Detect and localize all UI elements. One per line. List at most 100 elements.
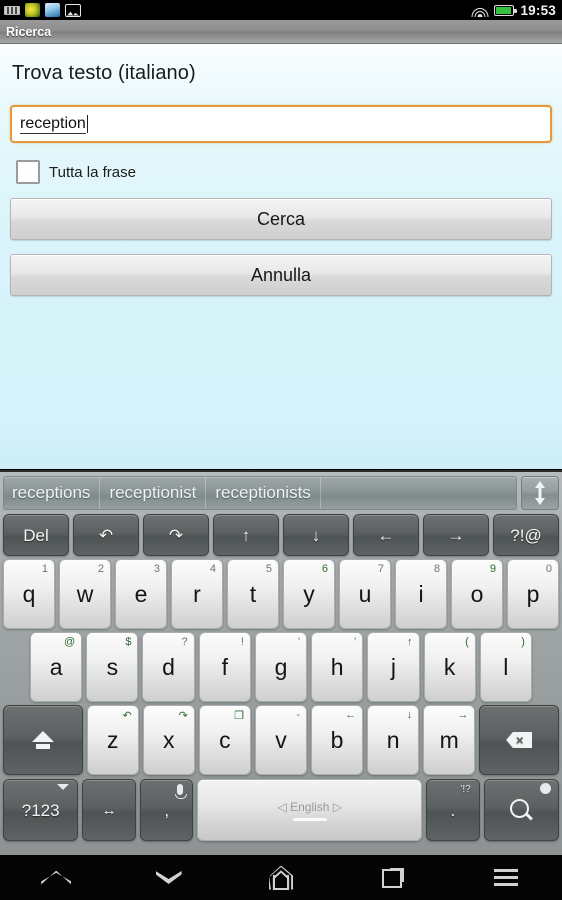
key-shift[interactable] [3,705,83,775]
key-p[interactable]: 0p [507,559,559,629]
key-s[interactable]: $ s [86,632,139,702]
suggestion-bar[interactable]: receptions receptionist receptionists [3,476,517,510]
arrow-down-icon: ↓ [311,525,321,545]
key-undo[interactable]: ↶ [73,514,139,556]
key-symbols-123[interactable]: ?123 [3,779,79,841]
key-d[interactable]: ? d [142,632,195,702]
navigation-bar [0,855,562,900]
backspace-icon [506,732,532,748]
keyboard-icon [4,5,20,15]
expand-suggestions-button[interactable] [521,476,559,510]
on-screen-keyboard: receptions receptionist receptionists De… [0,470,562,855]
key-a[interactable]: @ a [30,632,83,702]
undo-icon: ↶ [98,525,114,545]
key-o[interactable]: 9o [451,559,503,629]
hide-keyboard-icon [156,871,182,884]
keyboard-function-row: Del ↶ ↷ ↑ ↓ ← → ?!@ [3,514,559,556]
arrow-up-icon: ↑ [241,525,251,545]
key-e[interactable]: 3e [115,559,167,629]
text-cursor [86,115,89,133]
arrow-left-icon: ← [377,525,395,545]
app-yellow-icon [25,3,40,17]
status-bar-notification-icons[interactable] [4,3,81,17]
key-b[interactable]: ← b [311,705,364,775]
chevron-down-icon [57,784,70,790]
whole-phrase-checkbox[interactable] [16,160,40,184]
title-bar-label: Ricerca [6,24,52,39]
nav-hide-keyboard-button[interactable] [112,855,224,900]
search-input[interactable]: reception [10,105,552,143]
key-h[interactable]: ’ h [311,632,364,702]
status-bar: 19:53 [0,0,562,20]
whole-phrase-label: Tutta la frase [49,163,136,181]
period-alt-label: '!? [460,784,471,795]
redo-icon: ↷ [168,525,184,545]
key-arrow-down[interactable]: ↓ [283,514,349,556]
key-c[interactable]: ❐ c [198,705,251,775]
key-t[interactable]: 5t [227,559,279,629]
key-move-cursor[interactable]: ↔ [82,779,136,841]
move-cursor-icon: ↔ [101,801,117,819]
search-icon [510,799,532,821]
key-search[interactable] [483,779,559,841]
key-f[interactable]: ! f [198,632,251,702]
key-backspace[interactable] [479,705,559,775]
key-m[interactable]: → m [423,705,476,775]
space-underline [292,817,327,821]
suggestion-item[interactable]: receptionists [206,477,321,509]
app-blue-icon [45,3,60,17]
wifi-icon [471,4,489,17]
keyboard-row-2: @ a $ s ? d ! f ' g ’ h ↑ j (k ) l [3,632,559,702]
keyboard-bottom-row: ?123 ↔ , ◁ English ▷ '!? . [3,779,559,841]
shift-icon [32,731,54,749]
key-u[interactable]: 7u [339,559,391,629]
status-bar-clock: 19:53 [520,2,556,18]
suggestion-item[interactable]: receptions [4,477,101,509]
key-arrow-left[interactable]: ← [353,514,419,556]
key-w[interactable]: 2w [59,559,111,629]
key-g[interactable]: ' g [254,632,308,702]
key-comma[interactable]: , [139,779,194,841]
key-period[interactable]: '!? . [426,779,480,841]
nav-menu-button[interactable] [450,855,562,900]
up-down-arrow-icon [534,481,546,505]
key-z[interactable]: ↶ z [86,705,139,775]
cancel-button[interactable]: Annulla [10,254,552,296]
nav-home-button[interactable] [225,855,337,900]
key-symbols-punct[interactable]: ?!@ [493,514,559,556]
picture-icon [65,3,81,17]
key-arrow-right[interactable]: → [423,514,489,556]
key-v[interactable]: -v [254,705,308,775]
key-arrow-up[interactable]: ↑ [213,514,279,556]
mic-icon [175,784,188,799]
search-button[interactable]: Cerca [10,198,552,240]
nav-recent-apps-button[interactable] [337,855,449,900]
key-x[interactable]: ↷ x [142,705,195,775]
whole-phrase-checkbox-row[interactable]: Tutta la frase [10,160,552,184]
recent-apps-icon [382,867,405,888]
page-title: Trova testo (italiano) [12,62,196,84]
back-icon [41,871,71,885]
key-y[interactable]: 6y [283,559,335,629]
arrow-right-icon: → [447,525,465,545]
nav-back-button[interactable] [0,855,112,900]
suggestion-item[interactable]: receptionist [100,477,207,509]
key-del[interactable]: Del [3,514,69,556]
search-dialog: Trova testo (italiano) reception Tutta l… [0,44,562,469]
key-l[interactable]: ) l [479,632,532,702]
key-j[interactable]: ↑ j [367,632,420,702]
keyboard-row-1: 1q 2w 3e 4r 5t 6y 7u 8i 9o 0p [3,559,559,629]
battery-icon [494,4,517,16]
space-language-label: ◁ English ▷ [277,799,343,814]
key-n[interactable]: ↓ n [367,705,420,775]
suggestion-row: receptions receptionist receptionists [3,476,559,510]
keyboard-row-3: ↶ z ↷ x ❐ c -v ← b ↓ n → m [3,705,559,775]
key-k[interactable]: (k [423,632,476,702]
status-bar-system-icons: 19:53 [471,3,556,18]
key-space[interactable]: ◁ English ▷ [197,779,423,841]
key-redo[interactable]: ↷ [143,514,209,556]
key-q[interactable]: 1q [3,559,55,629]
key-i[interactable]: 8i [395,559,447,629]
android-screen: 19:53 Ricerca Trova testo (italiano) rec… [0,0,562,900]
key-r[interactable]: 4r [171,559,223,629]
